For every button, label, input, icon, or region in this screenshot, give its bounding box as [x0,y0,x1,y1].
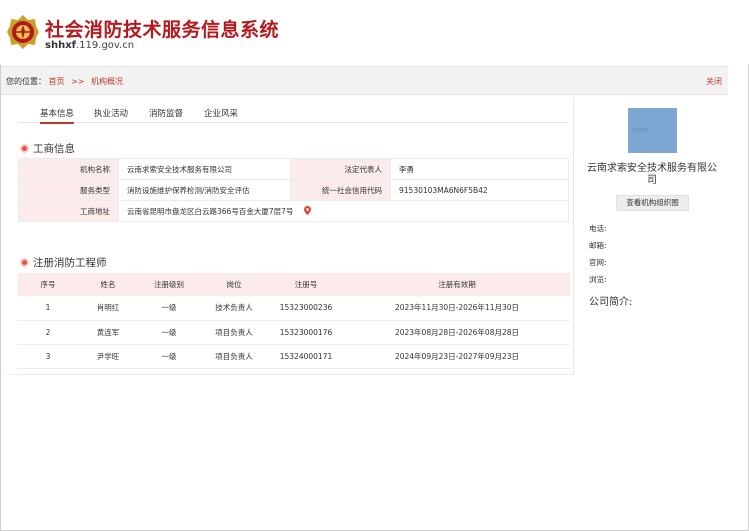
table-header-row: 序号 姓名 注册级别 岗位 注册号 注册有效期 [18,273,570,296]
site-title: 社会消防技术服务信息系统 [45,19,280,41]
col-header-name: 姓名 [78,273,138,296]
service-type-label: 服务类型 [18,179,119,201]
cell-level: 一级 [138,320,200,345]
org-name-label: 机构名称 [18,158,119,180]
cell-reg-no: 15323000236 [268,296,344,321]
breadcrumb-separator: >> [71,77,85,86]
main-panel: 基本信息 执业活动 消防监督 企业风采 工商信息 机构名称 云南求索安全技术服务… [6,97,574,375]
site-header: 社会消防技术服务信息系统 shhxf.119.gov.cn [0,0,749,64]
cell-name: 肖明红 [78,296,138,321]
org-name-value: 云南求索安全技术服务有限公司 [118,158,291,180]
cell-reg-no: 15323000176 [268,320,344,345]
service-type-value: 消防设施维护保养检测/消防安全评估 [118,179,291,201]
credit-code-label: 统一社会信用代码 [290,179,391,201]
website-label: 官网: [589,258,607,267]
side-company-name: 云南求索安全技术服务有限公司 [587,163,717,186]
cell-name: 黄连军 [78,320,138,345]
col-header-validity: 注册有效期 [344,273,570,296]
fire-emblem-icon [7,15,39,49]
email-label: 邮箱: [589,241,607,250]
side-panel: 组织机构 云南求索安全技术服务有限公司 查看机构组织图 电话: 邮箱: 官网: … [576,97,728,375]
view-org-chart-button[interactable]: 查看机构组织图 [616,195,689,211]
legal-rep-label: 法定代表人 [290,158,391,180]
table-row: 2 黄连军 一级 项目负责人 15323000176 2023年08月28日-2… [18,320,570,345]
cell-level: 一级 [138,344,200,369]
engineers-section-title: 注册消防工程师 [20,255,107,270]
org-chart-thumbnail[interactable]: 组织机构 [628,108,677,153]
company-intro-label: 公司简介: [589,297,633,308]
cell-validity: 2023年08月28日-2026年08月28日 [344,320,570,345]
col-header-position: 岗位 [200,273,268,296]
map-pin-icon[interactable] [303,205,311,215]
tab-bar: 基本信息 执业活动 消防监督 企业风采 [18,103,568,124]
section-bullet-icon [20,258,29,267]
tab-fire-supervision[interactable]: 消防监督 [149,107,183,119]
table-row: 3 尹学旺 一级 项目负责人 15324000171 2024年09月23日-2… [18,344,570,369]
table-row: 机构名称 云南求索安全技术服务有限公司 法定代表人 李勇 [18,158,569,180]
col-header-index: 序号 [18,273,78,296]
address-label: 工商地址 [18,200,119,222]
col-header-level: 注册级别 [138,273,200,296]
tab-basic-info[interactable]: 基本信息 [40,107,75,124]
tab-practice[interactable]: 执业活动 [94,107,128,119]
cell-position: 项目负责人 [200,320,268,345]
cell-validity: 2024年09月23日-2027年09月23日 [344,344,570,369]
cell-level: 一级 [138,296,200,321]
legal-rep-value: 李勇 [390,158,569,180]
cell-name: 尹学旺 [78,344,138,369]
table-row: 工商地址 云南省昆明市盘龙区白云路366号百金大厦7层7号 [18,200,569,222]
breadcrumb: 您的位置： 首页 >> 机构概况 [6,76,123,87]
table-row: 1 肖明红 一级 技术负责人 15323000236 2023年11月30日-2… [18,296,570,321]
section-bullet-icon [20,144,29,153]
cell-validity: 2023年11月30日-2026年11月30日 [344,296,570,321]
cell-index: 2 [18,320,78,345]
views-label: 浏览: [589,275,607,284]
site-url: shhxf.119.gov.cn [45,40,135,51]
cell-reg-no: 15324000171 [268,344,344,369]
cell-index: 3 [18,344,78,369]
cell-index: 1 [18,296,78,321]
address-cell: 云南省昆明市盘龙区白云路366号百金大厦7层7号 [118,200,569,222]
close-link[interactable]: 关闭 [706,76,722,87]
breadcrumb-home-link[interactable]: 首页 [49,77,65,86]
engineers-table: 序号 姓名 注册级别 岗位 注册号 注册有效期 1 肖明红 一级 技术负责人 1… [18,273,570,369]
cell-position: 项目负责人 [200,344,268,369]
breadcrumb-bar: 您的位置： 首页 >> 机构概况 关闭 [1,66,728,95]
business-info-table: 机构名称 云南求索安全技术服务有限公司 法定代表人 李勇 服务类型 消防设施维护… [18,158,569,222]
table-row: 服务类型 消防设施维护保养检测/消防安全评估 统一社会信用代码 91530103… [18,179,569,201]
cell-position: 技术负责人 [200,296,268,321]
address-value: 云南省昆明市盘龙区白云路366号百金大厦7层7号 [127,206,294,216]
col-header-reg-no: 注册号 [268,273,344,296]
credit-code-value: 91530103MA6N6F5B42 [390,179,569,201]
breadcrumb-prefix: 您的位置： [6,77,46,86]
tab-company-style[interactable]: 企业风采 [204,107,238,119]
business-section-title: 工商信息 [20,141,75,156]
breadcrumb-current[interactable]: 机构概况 [91,77,123,86]
phone-label: 电话: [589,224,607,233]
